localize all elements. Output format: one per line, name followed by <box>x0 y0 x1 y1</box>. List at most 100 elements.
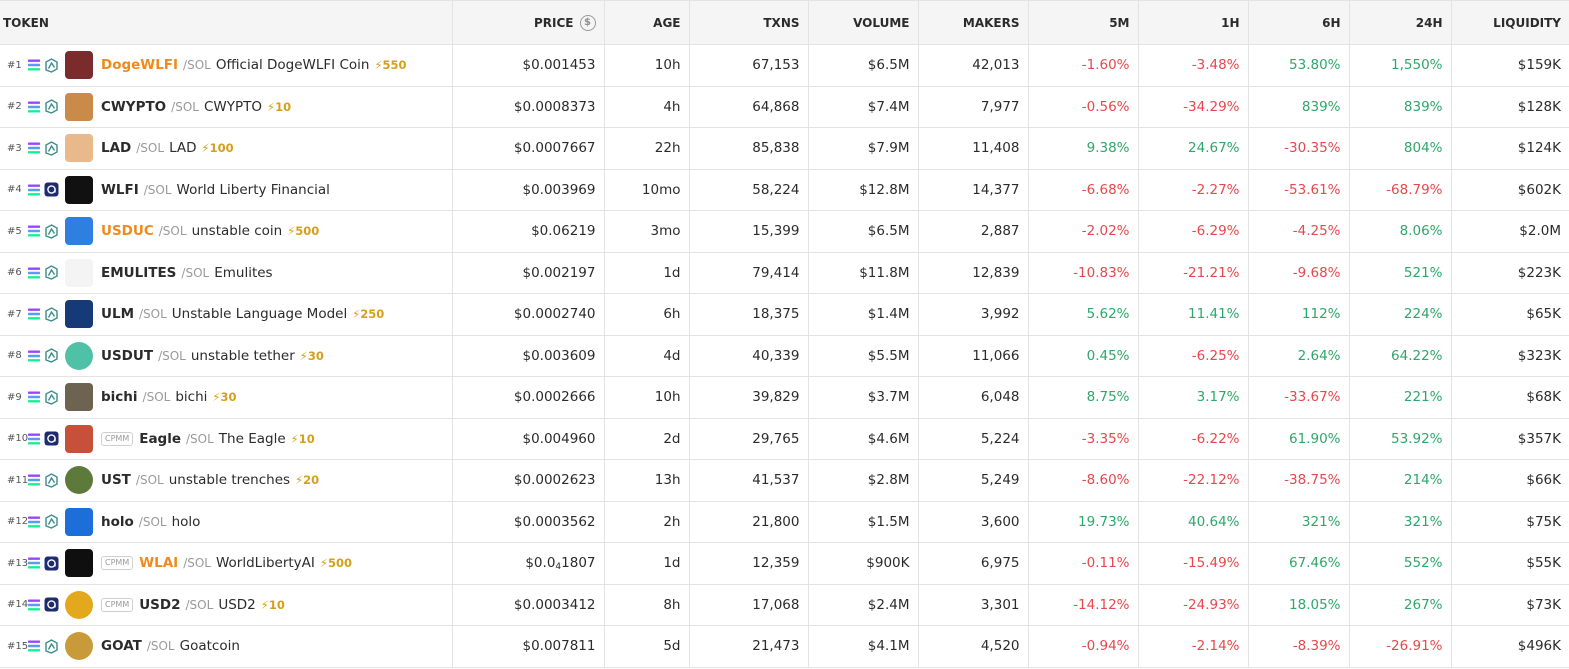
token-cell[interactable]: #13 CPMM WLAI /SOL WorldLibertyAI ⚡500 <box>0 542 453 585</box>
table-row[interactable]: #11 UST /SOL unstable trenches ⚡20 $0.00… <box>0 459 1569 502</box>
pool-type-badge: CPMM <box>101 597 134 612</box>
txns-cell: 64,868 <box>689 86 809 128</box>
token-symbol[interactable]: USD2 <box>139 597 180 613</box>
txns-cell: 12,359 <box>689 542 809 585</box>
header-24h[interactable]: 24H <box>1349 0 1452 45</box>
solana-chain-icon <box>27 225 41 237</box>
makers-cell: 12,839 <box>918 252 1029 294</box>
dollar-circle-icon[interactable]: $ <box>579 14 596 31</box>
header-txns[interactable]: TXNS <box>689 0 809 45</box>
table-row[interactable]: #7 ULM /SOL Unstable Language Model ⚡250… <box>0 293 1569 336</box>
header-price[interactable]: PRICE $ <box>452 0 605 45</box>
quote-pair: /SOL <box>171 99 199 114</box>
price-cell: $0.06219 <box>452 210 605 253</box>
table-row[interactable]: #8 USDUT /SOL unstable tether ⚡30 $0.003… <box>0 335 1569 377</box>
token-symbol[interactable]: LAD <box>101 140 131 156</box>
token-cell[interactable]: #1 DogeWLFI /SOL Official DogeWLFI Coin … <box>0 44 453 87</box>
change-6h-cell: 839% <box>1248 86 1350 128</box>
table-row[interactable]: #3 LAD /SOL LAD ⚡100 $0.0007667 22h 85,8… <box>0 127 1569 170</box>
token-symbol[interactable]: CWYPTO <box>101 99 166 115</box>
header-age[interactable]: AGE <box>604 0 690 45</box>
liquidity-cell: $496K <box>1451 625 1569 668</box>
token-name: Emulites <box>214 264 273 281</box>
table-row[interactable]: #15 GOAT /SOL Goatcoin $0.007811 5d 21,4… <box>0 625 1569 668</box>
header-1h[interactable]: 1H <box>1138 0 1249 45</box>
token-cell[interactable]: #15 GOAT /SOL Goatcoin <box>0 625 453 668</box>
token-symbol[interactable]: UST <box>101 472 131 488</box>
header-token[interactable]: TOKEN <box>0 0 453 45</box>
header-volume[interactable]: VOLUME <box>808 0 919 45</box>
change-6h-cell: -9.68% <box>1248 252 1350 294</box>
token-cell[interactable]: #10 CPMM Eagle /SOL The Eagle ⚡10 <box>0 418 453 460</box>
boost-badge[interactable]: ⚡10 <box>291 432 315 446</box>
table-row[interactable]: #2 CWYPTO /SOL CWYPTO ⚡10 $0.0008373 4h … <box>0 86 1569 128</box>
table-row[interactable]: #4 WLFI /SOL World Liberty Financial $0.… <box>0 169 1569 211</box>
token-name: LAD <box>169 140 197 157</box>
token-symbol[interactable]: bichi <box>101 389 138 405</box>
token-symbol[interactable]: Eagle <box>139 431 181 447</box>
change-24h-cell: -26.91% <box>1349 625 1452 668</box>
token-cell[interactable]: #4 WLFI /SOL World Liberty Financial <box>0 169 453 211</box>
token-symbol[interactable]: holo <box>101 514 134 530</box>
rank: #13 <box>7 557 29 569</box>
table-row[interactable]: #1 DogeWLFI /SOL Official DogeWLFI Coin … <box>0 44 1569 87</box>
token-cell[interactable]: #2 CWYPTO /SOL CWYPTO ⚡10 <box>0 86 453 128</box>
boost-badge[interactable]: ⚡30 <box>300 349 324 363</box>
token-cell[interactable]: #12 holo /SOL holo <box>0 501 453 543</box>
boost-badge[interactable]: ⚡10 <box>261 598 285 612</box>
header-makers[interactable]: MAKERS <box>918 0 1029 45</box>
solana-chain-icon <box>27 308 41 320</box>
boost-badge[interactable]: ⚡250 <box>352 307 384 321</box>
boost-badge[interactable]: ⚡30 <box>212 390 236 404</box>
token-symbol[interactable]: WLFI <box>101 182 139 198</box>
token-cell[interactable]: #5 USDUC /SOL unstable coin ⚡500 <box>0 210 453 253</box>
table-row[interactable]: #6 EMULITES /SOL Emulites $0.002197 1d 7… <box>0 252 1569 294</box>
token-cell[interactable]: #14 CPMM USD2 /SOL USD2 ⚡10 <box>0 584 453 626</box>
token-name: CWYPTO <box>203 98 262 115</box>
token-avatar <box>65 466 93 495</box>
liquidity-cell: $357K <box>1451 418 1569 460</box>
header-5m[interactable]: 5M <box>1028 0 1139 45</box>
token-symbol[interactable]: USDUC <box>101 223 154 239</box>
solana-chain-icon <box>27 184 41 196</box>
header-liquidity[interactable]: LIQUIDITY <box>1451 0 1569 45</box>
change-5m-cell: -8.60% <box>1028 459 1139 502</box>
token-cell[interactable]: #7 ULM /SOL Unstable Language Model ⚡250 <box>0 293 453 336</box>
boost-badge[interactable]: ⚡20 <box>295 473 319 487</box>
raydium-dex-icon <box>44 348 59 364</box>
solana-chain-icon <box>27 516 41 528</box>
table-row[interactable]: #14 CPMM USD2 /SOL USD2 ⚡10 $0.0003412 8… <box>0 584 1569 626</box>
price-value: $0.003609 <box>522 347 596 364</box>
token-symbol[interactable]: USDUT <box>101 348 153 364</box>
boost-badge[interactable]: ⚡10 <box>267 100 291 114</box>
change-5m-cell: 19.73% <box>1028 501 1139 543</box>
token-symbol[interactable]: DogeWLFI <box>101 57 178 73</box>
token-symbol[interactable]: EMULITES <box>101 265 176 281</box>
txns-cell: 58,224 <box>689 169 809 211</box>
token-symbol[interactable]: GOAT <box>101 638 142 654</box>
txns-cell: 67,153 <box>689 44 809 87</box>
token-name: USD2 <box>218 596 256 613</box>
token-symbol[interactable]: WLAI <box>139 555 178 571</box>
header-6h[interactable]: 6H <box>1248 0 1350 45</box>
token-cell[interactable]: #11 UST /SOL unstable trenches ⚡20 <box>0 459 453 502</box>
token-symbol[interactable]: ULM <box>101 306 134 322</box>
boost-badge[interactable]: ⚡500 <box>287 224 319 238</box>
boost-badge[interactable]: ⚡550 <box>374 58 406 72</box>
table-row[interactable]: #9 bichi /SOL bichi ⚡30 $0.0002666 10h 3… <box>0 376 1569 419</box>
token-cell[interactable]: #9 bichi /SOL bichi ⚡30 <box>0 376 453 419</box>
age-cell: 1d <box>604 542 690 585</box>
token-cell[interactable]: #6 EMULITES /SOL Emulites <box>0 252 453 294</box>
rank: #5 <box>7 225 22 237</box>
table-row[interactable]: #5 USDUC /SOL unstable coin ⚡500 $0.0621… <box>0 210 1569 253</box>
price-value: $0.0007667 <box>513 140 596 157</box>
table-row[interactable]: #13 CPMM WLAI /SOL WorldLibertyAI ⚡500 $… <box>0 542 1569 585</box>
token-cell[interactable]: #3 LAD /SOL LAD ⚡100 <box>0 127 453 170</box>
age-cell: 8h <box>604 584 690 626</box>
boost-badge[interactable]: ⚡500 <box>320 556 352 570</box>
meteora-dex-icon <box>44 556 59 571</box>
table-row[interactable]: #12 holo /SOL holo $0.0003562 2h 21,800 … <box>0 501 1569 543</box>
table-row[interactable]: #10 CPMM Eagle /SOL The Eagle ⚡10 $0.004… <box>0 418 1569 460</box>
token-cell[interactable]: #8 USDUT /SOL unstable tether ⚡30 <box>0 335 453 377</box>
boost-badge[interactable]: ⚡100 <box>202 141 234 155</box>
